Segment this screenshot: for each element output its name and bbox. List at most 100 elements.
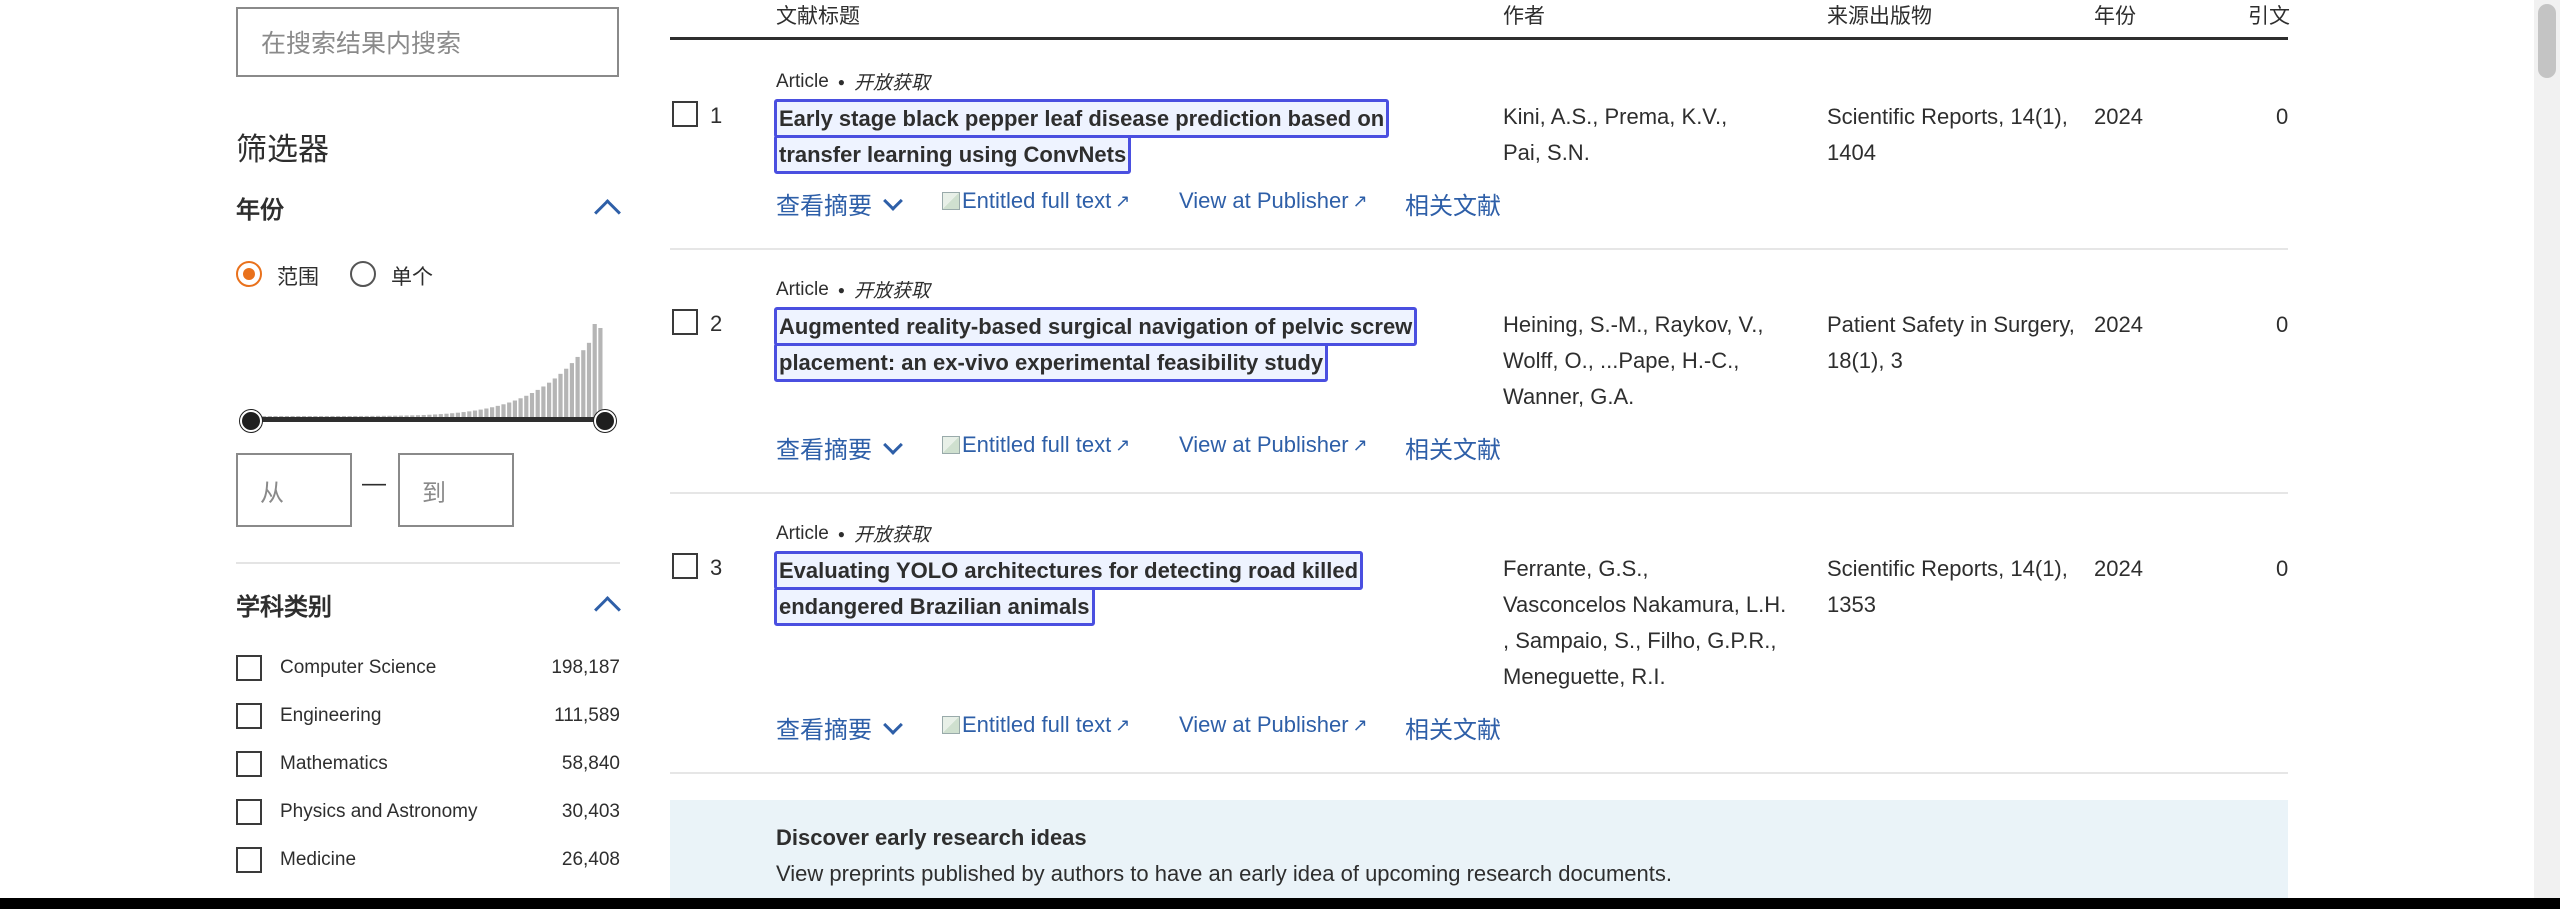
- view-abstract-button[interactable]: 查看摘要: [776, 186, 903, 221]
- radio-single[interactable]: [350, 261, 376, 287]
- histogram-bar: [558, 373, 563, 420]
- header-title[interactable]: 文献标题: [776, 0, 860, 30]
- sidebar-divider: [236, 562, 620, 564]
- subject-filter-item[interactable]: Medicine 26,408: [236, 842, 620, 878]
- view-abstract-label: 查看摘要: [776, 717, 872, 744]
- authors-line[interactable]: Wanner, G.A.: [1503, 379, 1634, 415]
- view-at-publisher-link[interactable]: View at Publisher ↗: [1179, 712, 1368, 738]
- broken-image-icon: [942, 436, 960, 454]
- subject-filter-item[interactable]: Engineering 111,589: [236, 698, 620, 734]
- subject-label: Computer Science: [280, 657, 437, 678]
- row-checkbox[interactable]: [672, 309, 698, 335]
- radio-selected-icon: [236, 261, 262, 287]
- source-line[interactable]: Scientific Reports, 14(1),: [1827, 99, 2068, 135]
- external-link-icon: ↗: [1115, 190, 1131, 211]
- doc-title-line-2[interactable]: placement: an ex-vivo experimental feasi…: [774, 343, 1329, 382]
- header-cited[interactable]: 引文: [2248, 0, 2290, 30]
- radio-range[interactable]: [236, 261, 262, 287]
- broken-image-icon: [942, 192, 960, 210]
- search-within-results-input[interactable]: 在搜索结果内搜索: [236, 7, 619, 77]
- authors-line[interactable]: Wolff, O., ...Pape, H.-C.,: [1503, 343, 1739, 379]
- view-abstract-button[interactable]: 查看摘要: [776, 430, 903, 465]
- doc-title-line-1[interactable]: Augmented reality-based surgical navigat…: [774, 307, 1418, 346]
- source-line[interactable]: 1404: [1827, 135, 1876, 171]
- view-abstract-button[interactable]: 查看摘要: [776, 710, 903, 745]
- authors-line[interactable]: Meneguette, R.I.: [1503, 659, 1666, 695]
- row-checkbox[interactable]: [672, 553, 698, 579]
- subject-label: Engineering: [280, 705, 382, 726]
- broken-image-icon: [942, 716, 960, 734]
- checkbox[interactable]: [236, 799, 262, 825]
- external-link-icon: ↗: [1115, 434, 1131, 455]
- full-text-label: Entitled full text: [962, 432, 1112, 457]
- discover-banner: [670, 800, 2288, 909]
- source-line[interactable]: Patient Safety in Surgery,: [1827, 307, 2075, 343]
- year-slider-min-handle[interactable]: [240, 410, 262, 432]
- range-dash: —: [362, 470, 386, 497]
- cited-count: 0: [2276, 104, 2289, 129]
- header-source[interactable]: 来源出版物: [1827, 0, 1932, 30]
- cited-count: 0: [2276, 556, 2289, 581]
- table-header-line: [670, 37, 2288, 40]
- chevron-down-icon: [883, 190, 903, 211]
- year-slider-track[interactable]: [249, 417, 604, 422]
- radio-unselected-icon: [350, 261, 376, 287]
- view-at-publisher-link[interactable]: View at Publisher ↗: [1179, 432, 1368, 458]
- discover-text: View preprints published by authors to h…: [776, 861, 1673, 886]
- scrollbar-thumb[interactable]: [2538, 4, 2556, 78]
- related-docs-link[interactable]: 相关文献: [1405, 710, 1501, 745]
- year-slider-max-handle[interactable]: [594, 410, 616, 432]
- full-text-link[interactable]: Entitled full text ↗: [942, 432, 1130, 458]
- doc-type: Article: [776, 278, 829, 300]
- row-separator: [670, 248, 2288, 250]
- row-checkbox[interactable]: [672, 101, 698, 127]
- doc-title-line-1[interactable]: Early stage black pepper leaf disease pr…: [774, 99, 1390, 138]
- full-text-link[interactable]: Entitled full text ↗: [942, 712, 1130, 738]
- related-docs-link[interactable]: 相关文献: [1405, 186, 1501, 221]
- doc-title-line-2[interactable]: transfer learning using ConvNets: [774, 135, 1132, 174]
- page-scrollbar[interactable]: [2534, 0, 2560, 898]
- related-docs-link[interactable]: 相关文献: [1405, 430, 1501, 465]
- header-authors[interactable]: 作者: [1503, 0, 1545, 30]
- year-value: 2024: [2094, 312, 2143, 337]
- histogram-bar: [564, 368, 569, 420]
- checkbox[interactable]: [236, 703, 262, 729]
- source-line[interactable]: 1353: [1827, 587, 1876, 623]
- subject-filter-item[interactable]: Physics and Astronomy 30,403: [236, 794, 620, 830]
- subject-filter-item[interactable]: Computer Science 198,187: [236, 650, 620, 686]
- year-to-input[interactable]: 到: [398, 453, 514, 527]
- publisher-label: View at Publisher: [1179, 188, 1349, 213]
- full-text-link[interactable]: Entitled full text ↗: [942, 188, 1130, 214]
- checkbox[interactable]: [236, 655, 262, 681]
- view-at-publisher-link[interactable]: View at Publisher ↗: [1179, 188, 1368, 214]
- subject-label: Mathematics: [280, 753, 388, 774]
- subject-label: Physics and Astronomy: [280, 801, 478, 822]
- authors-line[interactable]: Ferrante, G.S.,: [1503, 551, 1649, 587]
- collapse-year-icon[interactable]: [594, 199, 621, 226]
- histogram-bar: [529, 393, 535, 420]
- subject-label: Medicine: [280, 849, 357, 870]
- authors-line[interactable]: Pai, S.N.: [1503, 135, 1590, 171]
- authors-line[interactable]: Kini, A.S., Prema, K.V.,: [1503, 99, 1727, 135]
- histogram-bar: [575, 356, 580, 420]
- checkbox[interactable]: [236, 751, 262, 777]
- subject-filter-item[interactable]: Mathematics 58,840: [236, 746, 620, 782]
- header-year[interactable]: 年份: [2094, 0, 2136, 30]
- authors-line[interactable]: Vasconcelos Nakamura, L.H.: [1503, 587, 1786, 623]
- histogram-bar: [552, 378, 557, 420]
- histogram-bar: [581, 350, 586, 420]
- external-link-icon: ↗: [1352, 714, 1368, 735]
- year-section-title: 年份: [236, 197, 284, 224]
- doc-title-line-2[interactable]: endangered Brazilian animals: [774, 587, 1095, 626]
- source-line[interactable]: Scientific Reports, 14(1),: [1827, 551, 2068, 587]
- collapse-subject-icon[interactable]: [594, 596, 621, 623]
- subject-count: 26,408: [561, 849, 620, 870]
- checkbox[interactable]: [236, 847, 262, 873]
- doc-title-line-1[interactable]: Evaluating YOLO architectures for detect…: [774, 551, 1364, 590]
- histogram-bar: [535, 389, 540, 420]
- source-line[interactable]: 18(1), 3: [1827, 343, 1903, 379]
- authors-line[interactable]: , Sampaio, S., Filho, G.P.R.,: [1503, 623, 1777, 659]
- authors-line[interactable]: Heining, S.-M., Raykov, V.,: [1503, 307, 1763, 343]
- year-from-input[interactable]: 从: [236, 453, 352, 527]
- year-to-placeholder: 到: [422, 479, 446, 507]
